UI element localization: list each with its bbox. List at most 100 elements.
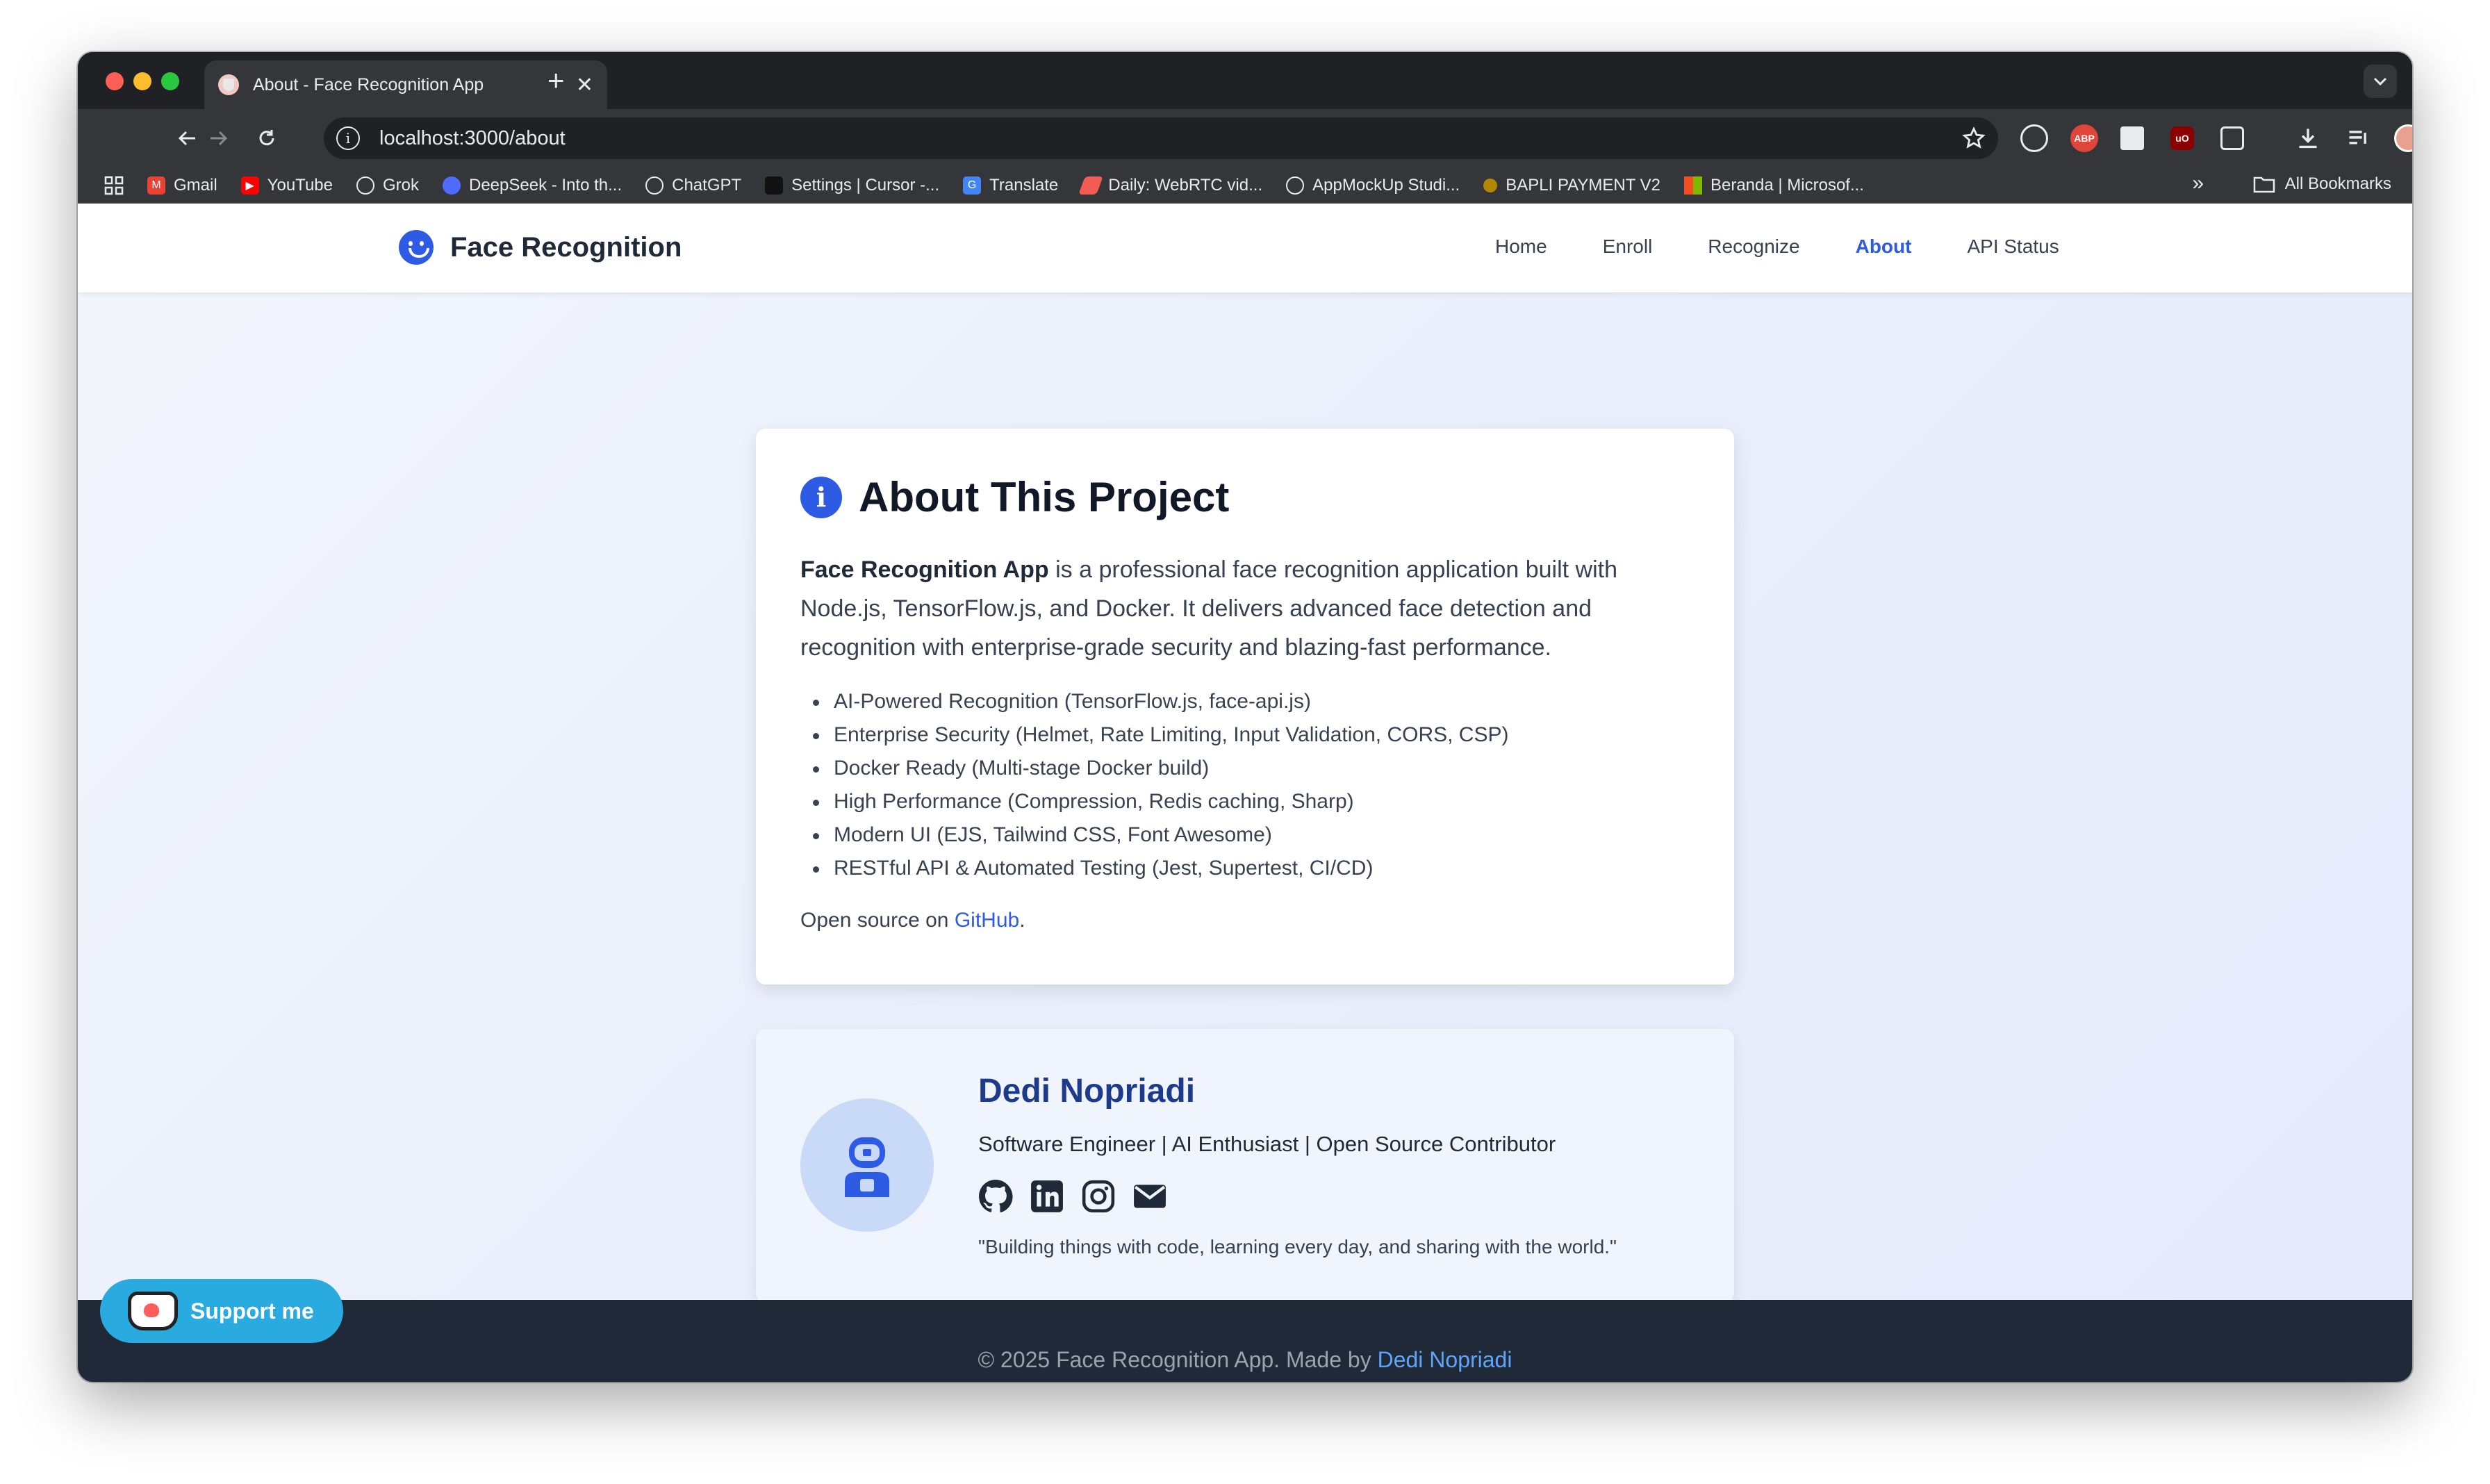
close-tab-icon[interactable]: ✕: [576, 73, 593, 97]
support-me-button[interactable]: Support me: [100, 1279, 343, 1343]
bookmark-youtube[interactable]: ▶ YouTube: [240, 176, 333, 195]
nav-recognize[interactable]: Recognize: [1708, 236, 1799, 258]
app-navbar: Face Recognition Home Enroll Recognize A…: [78, 204, 2412, 292]
bookmark-gmail[interactable]: M Gmail: [147, 176, 217, 195]
maximize-window-button[interactable]: [161, 72, 179, 90]
author-name: Dedi Nopriadi: [978, 1073, 1196, 1110]
open-source-note: Open source on GitHub.: [800, 909, 1025, 932]
list-item: Modern UI (EJS, Tailwind CSS, Font Aweso…: [813, 818, 1690, 852]
page-footer: © 2025 Face Recognition App. Made by Ded…: [78, 1300, 2412, 1382]
minimize-window-button[interactable]: [133, 72, 151, 90]
grok-icon: [356, 176, 374, 195]
tab-search-button[interactable]: [2364, 65, 2397, 98]
media-control-icon[interactable]: [2344, 124, 2372, 152]
tab-bar: About - Face Recognition App ✕ +: [78, 52, 2412, 109]
appmockup-icon: [1286, 176, 1305, 195]
bookmarks-bar: M Gmail ▶ YouTube Grok DeepSeek - Into th.…: [78, 167, 2412, 204]
instagram-icon[interactable]: [1081, 1179, 1116, 1214]
bookmark-star-icon[interactable]: [1962, 126, 1986, 150]
browser-toolbar: i localhost:3000/about ABP uO ⋮: [78, 109, 2412, 167]
list-item: Docker Ready (Multi-stage Docker build): [813, 752, 1690, 785]
info-circle-icon: i: [800, 476, 842, 518]
url-text[interactable]: localhost:3000/about: [379, 127, 1962, 150]
nav-home[interactable]: Home: [1495, 236, 1547, 258]
list-item: Enterprise Security (Helmet, Rate Limiti…: [813, 718, 1690, 752]
bookmark-daily[interactable]: Daily: WebRTC vid...: [1078, 176, 1262, 195]
address-bar[interactable]: i localhost:3000/about: [324, 117, 1998, 159]
about-card: i About This Project Face Recognition Ap…: [756, 429, 1734, 984]
nav-api-status[interactable]: API Status: [1967, 236, 2059, 258]
list-item: AI-Powered Recognition (TensorFlow.js, f…: [813, 685, 1690, 718]
tab-title: About - Face Recognition App: [253, 74, 484, 94]
cursor-icon: [765, 176, 784, 195]
apps-grid-icon[interactable]: [104, 176, 124, 195]
footer-author-link[interactable]: Dedi Nopriadi: [1378, 1347, 1512, 1372]
new-tab-button[interactable]: +: [547, 63, 565, 98]
download-icon[interactable]: [2294, 124, 2322, 152]
daily-icon: [1078, 176, 1104, 195]
nav-enroll[interactable]: Enroll: [1603, 236, 1653, 258]
about-intro: Face Recognition App is a professional f…: [800, 550, 1690, 667]
adblock-extension-icon[interactable]: ABP: [2070, 124, 2098, 152]
bookmark-microsoft[interactable]: Beranda | Microsof...: [1683, 176, 1864, 195]
about-header: i About This Project: [800, 473, 1690, 521]
youtube-icon: ▶: [240, 176, 259, 195]
author-role: Software Engineer | AI Enthusiast | Open…: [978, 1132, 1556, 1156]
brand-logo[interactable]: Face Recognition: [399, 230, 682, 265]
profile-avatar-icon[interactable]: [2394, 124, 2412, 152]
ublock-extension-icon[interactable]: uO: [2170, 126, 2194, 150]
bookmark-bapli[interactable]: BAPLI PAYMENT V2: [1483, 176, 1660, 195]
footer-copyright: © 2025 Face Recognition App. Made by Ded…: [978, 1347, 1512, 1372]
bookmark-translate[interactable]: G Translate: [963, 176, 1058, 195]
gmail-icon: M: [147, 176, 165, 195]
bookmark-appmockup[interactable]: AppMockUp Studi...: [1286, 176, 1460, 195]
translate-icon: G: [963, 176, 982, 195]
brand-name: Face Recognition: [450, 231, 682, 263]
bookmark-deepseek[interactable]: DeepSeek - Into th...: [443, 176, 622, 195]
bookmark-cursor[interactable]: Settings | Cursor -...: [765, 176, 939, 195]
bookmark-chatgpt[interactable]: ChatGPT: [645, 176, 741, 195]
browser-tab[interactable]: About - Face Recognition App ✕: [204, 60, 607, 109]
close-window-button[interactable]: [106, 72, 124, 90]
avatar: [800, 1098, 934, 1232]
github-link[interactable]: GitHub: [955, 909, 1019, 932]
smile-icon: [399, 230, 434, 265]
chatgpt-icon: [645, 176, 664, 195]
browser-window: About - Face Recognition App ✕ + i local…: [78, 52, 2412, 1382]
app-name-bold: Face Recognition App: [800, 556, 1049, 583]
astronaut-user-icon: [845, 1137, 889, 1197]
bapli-icon: [1483, 178, 1498, 192]
linkedin-icon[interactable]: [1030, 1179, 1064, 1214]
github-icon[interactable]: [978, 1179, 1013, 1214]
chevron-down-icon: [2373, 77, 2387, 86]
nav-links: Home Enroll Recognize About API Status: [1495, 236, 2115, 258]
list-item: RESTful API & Automated Testing (Jest, S…: [813, 852, 1690, 885]
shield-favicon-icon: [218, 74, 239, 95]
kofi-cup-icon: [128, 1292, 178, 1330]
email-envelope-icon[interactable]: [1132, 1179, 1167, 1214]
page-title: About This Project: [859, 474, 1230, 520]
globe-extension-icon[interactable]: [2020, 124, 2048, 152]
page-viewport: Face Recognition Home Enroll Recognize A…: [78, 204, 2412, 1382]
microsoft-icon: [1683, 176, 1702, 195]
bookmark-grok[interactable]: Grok: [356, 176, 419, 195]
folder-icon: [2253, 176, 2275, 193]
reload-icon: [259, 130, 274, 146]
site-info-icon[interactable]: i: [336, 126, 360, 150]
arrow-right-icon: [211, 131, 228, 146]
support-label: Support me: [190, 1298, 314, 1324]
more-bookmarks-icon[interactable]: »: [2192, 172, 2204, 195]
social-links: [978, 1179, 1184, 1214]
arrow-left-icon: [178, 131, 195, 146]
forward-button[interactable]: [200, 120, 236, 156]
reload-button[interactable]: [249, 120, 285, 156]
list-item: High Performance (Compression, Redis cac…: [813, 785, 1690, 818]
feature-list: AI-Powered Recognition (TensorFlow.js, f…: [813, 685, 1690, 885]
nav-about[interactable]: About: [1856, 236, 1912, 258]
author-quote: "Building things with code, learning eve…: [978, 1236, 1617, 1258]
all-bookmarks-button[interactable]: All Bookmarks: [2253, 174, 2391, 194]
deepseek-icon: [443, 176, 461, 195]
extensions-puzzle-icon[interactable]: [2220, 126, 2244, 150]
qr-code-extension-icon[interactable]: [2120, 126, 2144, 150]
author-profile-card: Dedi Nopriadi Software Engineer | AI Ent…: [756, 1029, 1734, 1303]
